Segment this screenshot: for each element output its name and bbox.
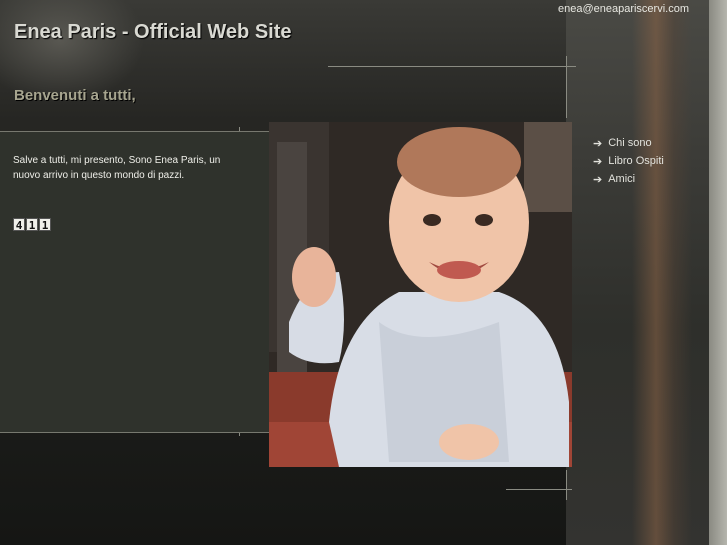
nav-item-label: Chi sono bbox=[608, 137, 652, 149]
decor-line bbox=[506, 489, 572, 490]
right-edge-bar bbox=[709, 0, 727, 545]
counter-digit: 4 bbox=[13, 218, 25, 232]
nav-item-label: Amici bbox=[608, 173, 636, 185]
decor-line bbox=[566, 470, 567, 500]
nav-item-label: Libro Ospiti bbox=[608, 155, 664, 167]
decor-line bbox=[328, 66, 576, 67]
main-nav: ➔ Chi sono ➔ Libro Ospiti ➔ Amici bbox=[593, 134, 664, 188]
nav-item-libro-ospiti[interactable]: ➔ Libro Ospiti bbox=[593, 152, 664, 170]
arrow-right-icon: ➔ bbox=[593, 155, 603, 168]
arrow-right-icon: ➔ bbox=[593, 137, 603, 150]
visit-counter: 4 1 1 bbox=[13, 218, 51, 232]
arrow-right-icon: ➔ bbox=[593, 173, 603, 186]
welcome-heading: Benvenuti a tutti, bbox=[14, 87, 136, 104]
nav-item-chi-sono[interactable]: ➔ Chi sono bbox=[593, 134, 664, 152]
counter-digit: 1 bbox=[39, 218, 51, 232]
counter-digit: 1 bbox=[26, 218, 38, 232]
intro-text: Salve a tutti, mi presento, Sono Enea Pa… bbox=[13, 155, 221, 181]
baby-photo bbox=[269, 122, 572, 467]
baby-illustration bbox=[269, 122, 572, 467]
right-decorative-strip bbox=[632, 0, 692, 545]
site-title: Enea Paris - Official Web Site bbox=[14, 21, 292, 43]
email-link[interactable]: enea@eneapariscervi.com bbox=[558, 3, 689, 15]
nav-item-amici[interactable]: ➔ Amici bbox=[593, 170, 664, 188]
decor-line bbox=[566, 56, 567, 118]
